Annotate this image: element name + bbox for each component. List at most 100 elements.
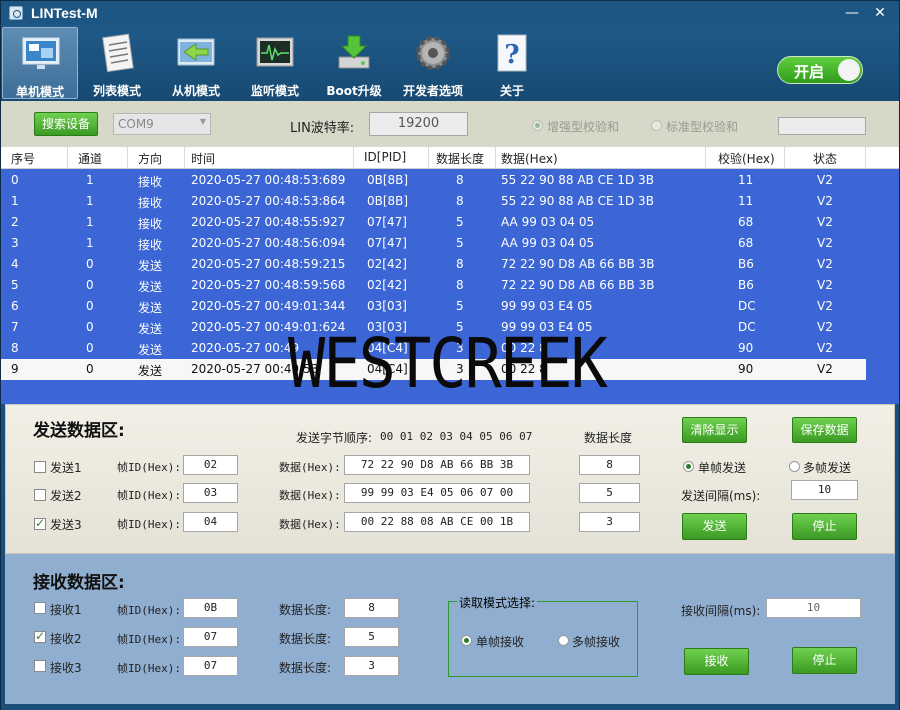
tool-single-mode[interactable]: 单机模式 [2, 27, 78, 99]
table-cell: AA 99 03 04 05 [501, 236, 595, 250]
recv-row-checkbox[interactable] [34, 629, 46, 643]
send-data-field[interactable]: 72 22 90 D8 AB 66 BB 3B [344, 455, 530, 475]
send-area-title: 发送数据区: [33, 421, 125, 441]
table-cell: 2020-05-27 00:48:56:094 [191, 236, 346, 250]
table-row[interactable]: 1 1 接收 2020-05-27 00:48:53:864 0B[8B] 8 55 22 … [1, 191, 866, 212]
send-frame-id-field[interactable]: 03 [183, 483, 238, 503]
recv-frame-id-field[interactable]: 07 [183, 627, 238, 647]
send-button[interactable]: 发送 [682, 513, 747, 540]
table-cell: 55 22 90 88 AB CE 1D 3B [501, 173, 654, 187]
send-row-checkbox[interactable] [34, 461, 46, 473]
table-cell: 0B[8B] [367, 173, 409, 187]
send-length-field[interactable]: 5 [579, 483, 640, 503]
recv-row-checkbox[interactable] [34, 660, 46, 672]
watermark: WESTCREEK [288, 323, 608, 404]
multi-frame-send-radio[interactable] [789, 461, 800, 472]
single-frame-send-radio[interactable] [683, 461, 694, 472]
send-length-field[interactable]: 8 [579, 455, 640, 475]
table-cell: 6 [11, 299, 19, 313]
recv-interval-field[interactable]: 10 [766, 598, 861, 618]
recv-length-field[interactable]: 5 [344, 627, 399, 647]
table-cell: 发送 [138, 280, 163, 294]
table-cell: 2020-05-27 00:48:59:568 [191, 278, 346, 292]
receive-area-title: 接收数据区: [33, 573, 125, 593]
tool-label: 开发者选项 [402, 84, 463, 98]
checksum-standard-label: 标准型校验和 [666, 120, 739, 134]
receive-stop-button[interactable]: 停止 [792, 647, 857, 674]
app-icon [9, 6, 23, 20]
table-row[interactable]: 0 1 接收 2020-05-27 00:48:53:689 0B[8B] 8 55 22 … [1, 170, 866, 191]
table-cell: 0 [86, 320, 94, 334]
table-row[interactable]: 3 1 接收 2020-05-27 00:48:56:094 07[47] 5 AA 99 … [1, 233, 866, 254]
table-cell: V2 [817, 320, 833, 334]
table-scrollbar[interactable] [866, 169, 899, 404]
table-cell: V2 [817, 215, 833, 229]
table-cell: 接收 [138, 217, 163, 231]
table-cell: 5 [11, 278, 19, 292]
send-row-checkbox[interactable] [34, 516, 46, 530]
table-cell: 1 [86, 236, 94, 250]
multi-frame-recv-radio[interactable] [558, 635, 569, 646]
checksum-enhanced-radio[interactable] [532, 120, 543, 131]
tool-list-mode[interactable]: 列表模式 [79, 27, 155, 99]
receive-button[interactable]: 接收 [684, 648, 749, 675]
table-cell: 2020-05-27 00:48:53:864 [191, 194, 346, 208]
table-row[interactable]: 4 0 发送 2020-05-27 00:48:59:215 02[42] 8 72 22 … [1, 254, 866, 275]
table-cell: DC [738, 320, 756, 334]
close-button[interactable]: ✕ [867, 3, 893, 23]
table-row[interactable]: 2 1 接收 2020-05-27 00:48:55:927 07[47] 5 AA 99 … [1, 212, 866, 233]
recv-length-field[interactable]: 8 [344, 598, 399, 618]
tool-about[interactable]: ? 关于 [474, 27, 550, 99]
send-row-checkbox[interactable] [34, 489, 46, 501]
table-cell: 99 99 03 E4 05 [501, 299, 593, 313]
send-data-field[interactable]: 99 99 03 E4 05 06 07 00 [344, 483, 530, 503]
table-cell: B6 [738, 257, 754, 271]
table-cell: 5 [456, 236, 464, 250]
minimize-button[interactable]: — [839, 3, 865, 23]
table-cell: 2 [11, 215, 19, 229]
single-frame-recv-radio[interactable] [461, 635, 472, 646]
tool-boot-upgrade[interactable]: Boot升级 [316, 27, 392, 99]
com-port-value: COM9 [118, 117, 154, 131]
send-length-field[interactable]: 3 [579, 512, 640, 532]
table-cell: 接收 [138, 238, 163, 252]
checksum-standard-radio[interactable] [651, 120, 662, 131]
table-cell: 7 [11, 320, 19, 334]
col-time: 时间 [191, 152, 216, 166]
recv-frame-id-field[interactable]: 0B [183, 598, 238, 618]
recv-row-name: 接收1 [50, 603, 82, 617]
baud-label: LIN波特率: [290, 121, 355, 136]
tool-label: 从机模式 [171, 84, 220, 98]
table-cell: 68 [738, 215, 754, 229]
table-row[interactable]: 6 0 发送 2020-05-27 00:49:01:344 03[03] 5 99 99 … [1, 296, 866, 317]
send-frame-id-field[interactable]: 04 [183, 512, 238, 532]
table-cell: 3 [11, 236, 19, 250]
send-data-field[interactable]: 00 22 88 08 AB CE 00 1B [344, 512, 530, 532]
recv-row-checkbox[interactable] [34, 602, 46, 614]
tool-monitor-mode[interactable]: 监听模式 [237, 27, 313, 99]
table-cell: 2020-05-27 00:49:01:344 [191, 299, 346, 313]
recv-frame-id-label: 帧ID(Hex): [117, 604, 181, 617]
table-row[interactable]: 5 0 发送 2020-05-27 00:48:59:568 02[42] 8 72 22 … [1, 275, 866, 296]
recv-length-field[interactable]: 3 [344, 656, 399, 676]
clear-display-button[interactable]: 清除显示 [682, 417, 747, 443]
recv-interval-label: 接收间隔(ms): [681, 604, 761, 618]
send-stop-button[interactable]: 停止 [792, 513, 857, 540]
power-toggle[interactable]: 开启 [777, 56, 863, 84]
send-interval-field[interactable]: 10 [791, 480, 858, 500]
send-frame-id-field[interactable]: 02 [183, 455, 238, 475]
arrow-window-icon [177, 38, 215, 66]
table-cell: 8 [11, 341, 19, 355]
recv-frame-id-field[interactable]: 07 [183, 656, 238, 676]
tool-slave-mode[interactable]: 从机模式 [158, 27, 234, 99]
blank-field[interactable] [778, 117, 866, 135]
table-cell: V2 [817, 257, 833, 271]
search-device-button[interactable]: 搜索设备 [34, 112, 98, 136]
tool-label: 监听模式 [250, 84, 299, 98]
tool-developer-options[interactable]: 开发者选项 [395, 27, 471, 99]
com-port-select[interactable]: COM9 ▼ [113, 113, 211, 135]
download-disk-icon [338, 35, 370, 69]
save-data-button[interactable]: 保存数据 [792, 417, 857, 443]
table-cell: 8 [456, 257, 464, 271]
baud-rate-field[interactable]: 19200 [369, 112, 468, 136]
